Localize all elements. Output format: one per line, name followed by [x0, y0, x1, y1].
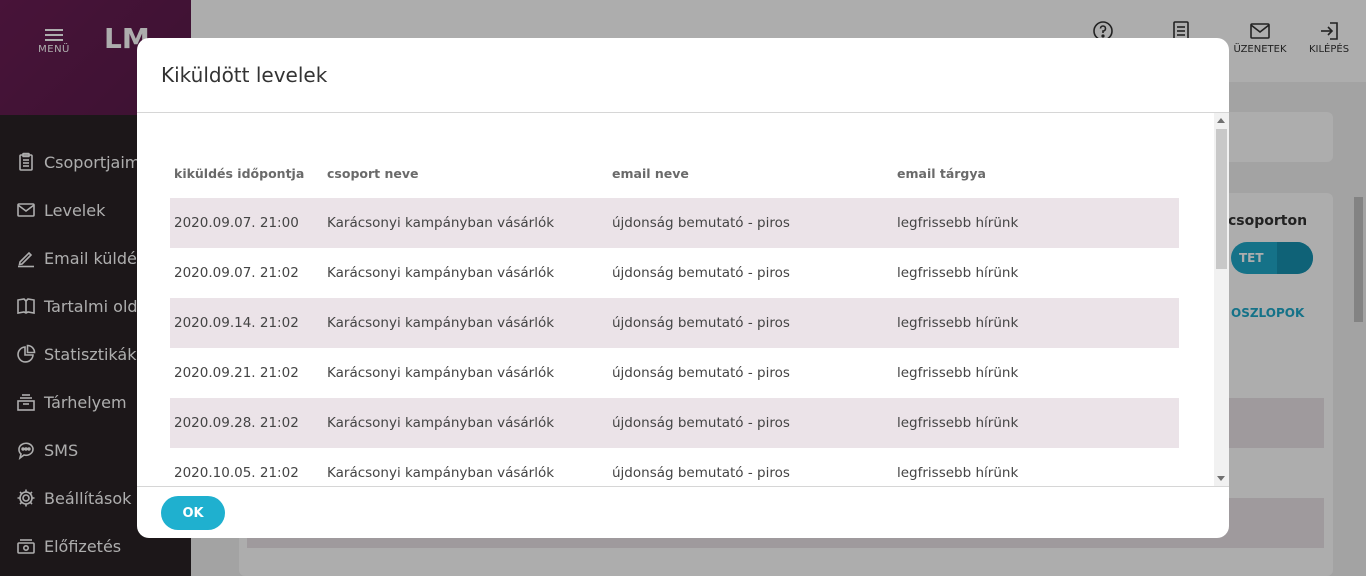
cell-email-name: újdonság bemutató - piros — [612, 315, 790, 331]
cell-email-name: újdonság bemutató - piros — [612, 265, 790, 281]
cell-email-name: újdonság bemutató - piros — [612, 215, 790, 231]
cell-send-time: 2020.09.07. 21:02 — [174, 265, 299, 281]
column-header-email-name[interactable]: email neve — [608, 166, 893, 181]
ok-button[interactable]: OK — [161, 496, 225, 530]
table-row[interactable]: 2020.09.07. 21:02 Karácsonyi kampányban … — [170, 248, 1179, 298]
cell-group-name: Karácsonyi kampányban vásárlók — [327, 415, 555, 431]
cell-send-time: 2020.09.07. 21:00 — [174, 215, 299, 231]
column-header-send-time[interactable]: kiküldés időpontja — [170, 166, 323, 181]
cell-group-name: Karácsonyi kampányban vásárlók — [327, 365, 555, 381]
table-row[interactable]: 2020.09.21. 21:02 Karácsonyi kampányban … — [170, 348, 1179, 398]
cell-email-subject: legfrissebb hírünk — [897, 315, 1019, 331]
sent-letters-table: kiküldés időpontja csoport neve email ne… — [170, 148, 1179, 486]
cell-email-name: újdonság bemutató - piros — [612, 365, 790, 381]
cell-email-name: újdonság bemutató - piros — [612, 465, 790, 481]
dialog-body: kiküldés időpontja csoport neve email ne… — [137, 113, 1229, 486]
cell-group-name: Karácsonyi kampányban vásárlók — [327, 315, 555, 331]
cell-group-name: Karácsonyi kampányban vásárlók — [327, 465, 555, 481]
cell-send-time: 2020.09.21. 21:02 — [174, 365, 299, 381]
table-row[interactable]: 2020.09.28. 21:02 Karácsonyi kampányban … — [170, 398, 1179, 448]
cell-email-subject: legfrissebb hírünk — [897, 415, 1019, 431]
cell-email-name: újdonság bemutató - piros — [612, 415, 790, 431]
scroll-down-arrow-icon[interactable] — [1217, 476, 1225, 481]
table-row[interactable]: 2020.09.14. 21:02 Karácsonyi kampányban … — [170, 298, 1179, 348]
cell-group-name: Karácsonyi kampányban vásárlók — [327, 265, 555, 281]
column-header-email-subject[interactable]: email tárgya — [893, 166, 1179, 181]
cell-email-subject: legfrissebb hírünk — [897, 215, 1019, 231]
table-row[interactable]: 2020.10.05. 21:02 Karácsonyi kampányban … — [170, 448, 1179, 486]
table-header: kiküldés időpontja csoport neve email ne… — [170, 148, 1179, 198]
cell-send-time: 2020.09.28. 21:02 — [174, 415, 299, 431]
column-header-group-name[interactable]: csoport neve — [323, 166, 608, 181]
cell-send-time: 2020.09.14. 21:02 — [174, 315, 299, 331]
scrollbar-thumb[interactable] — [1216, 129, 1227, 269]
dialog-scrollbar[interactable] — [1214, 113, 1229, 486]
cell-email-subject: legfrissebb hírünk — [897, 365, 1019, 381]
dialog-header: Kiküldött levelek — [137, 38, 1229, 113]
cell-email-subject: legfrissebb hírünk — [897, 465, 1019, 481]
sent-letters-dialog: Kiküldött levelek kiküldés időpontja cso… — [137, 38, 1229, 538]
table-row[interactable]: 2020.09.07. 21:00 Karácsonyi kampányban … — [170, 198, 1179, 248]
dialog-footer: OK — [137, 486, 1229, 538]
cell-group-name: Karácsonyi kampányban vásárlók — [327, 215, 555, 231]
cell-email-subject: legfrissebb hírünk — [897, 265, 1019, 281]
scroll-up-arrow-icon[interactable] — [1217, 118, 1225, 123]
dialog-title: Kiküldött levelek — [161, 63, 328, 87]
cell-send-time: 2020.10.05. 21:02 — [174, 465, 299, 481]
